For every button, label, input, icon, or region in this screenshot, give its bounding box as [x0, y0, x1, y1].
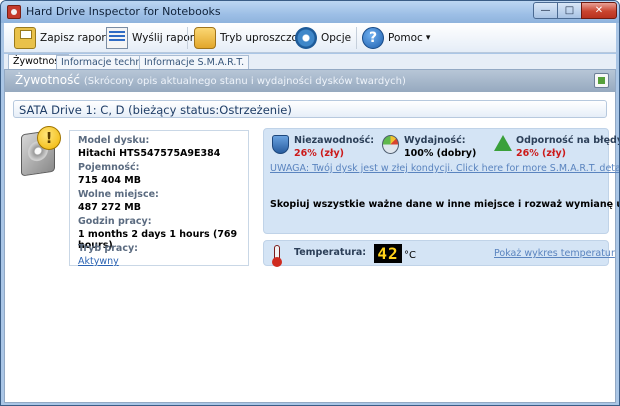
main-content: Żywotność (Skrócony opis aktualnego stan…	[4, 69, 619, 403]
app-window: Hard Drive Inspector for Notebooks — □ ✕…	[0, 0, 620, 406]
gear-icon	[295, 27, 317, 49]
model-label: Model dysku:	[78, 135, 150, 146]
send-report-icon	[106, 27, 128, 49]
temperature-chart-link[interactable]: Pokaż wykres temperatur	[494, 248, 615, 259]
drive-title-bar: SATA Drive 1: C, D (bieżący status:Ostrz…	[13, 100, 607, 118]
minimize-button[interactable]: —	[533, 2, 558, 19]
window-title: Hard Drive Inspector for Notebooks	[26, 5, 221, 18]
maximize-button[interactable]: □	[557, 2, 582, 19]
model-row: Model dysku: Hitachi HTS547575A9E384	[78, 135, 220, 159]
smart-details-link[interactable]: UWAGA: Twój dysk jest w złej kondycji. C…	[270, 163, 619, 174]
fault-tolerance-value: 26% (zły)	[516, 148, 566, 159]
toolbar: Zapisz raport Wyślij raport Tryb uproszc…	[4, 23, 616, 53]
options-label: Opcje	[321, 32, 352, 44]
check-triangle-icon	[494, 135, 512, 151]
send-report-label: Wyślij raport	[132, 32, 199, 44]
help-label: Pomoc	[388, 32, 423, 44]
performance-label: Wydajność:	[404, 135, 466, 146]
close-button[interactable]: ✕	[581, 2, 617, 19]
title-bar[interactable]: Hard Drive Inspector for Notebooks — □ ✕	[1, 1, 619, 23]
work-mode-label: Tryb pracy:	[78, 243, 138, 254]
fault-tolerance-label: Odporność na błędy:	[516, 135, 620, 146]
capacity-label: Pojemność:	[78, 162, 140, 173]
simple-mode-icon	[194, 27, 216, 49]
tab-bar: Żywotność Informacje techniczne Informac…	[4, 54, 616, 69]
free-space-label: Wolne miejsce:	[78, 189, 159, 200]
toolbar-separator	[356, 27, 357, 49]
performance-value: 100% (dobry)	[404, 148, 477, 159]
shield-icon	[272, 135, 289, 154]
save-report-icon	[14, 27, 36, 49]
health-status-panel: Niezawodność: 26% (zły) Wydajność: 100% …	[263, 128, 619, 234]
help-icon: ?	[362, 27, 384, 49]
capacity-row: Pojemność: 715 404 MB	[78, 162, 141, 186]
simple-mode-button[interactable]: Tryb uproszczony	[194, 26, 311, 50]
tab-smart-info[interactable]: Informacje S.M.A.R.T.	[139, 55, 250, 69]
app-icon	[7, 5, 21, 19]
work-hours-label: Godzin pracy:	[78, 216, 152, 227]
chevron-down-icon: ▾	[425, 33, 431, 43]
free-space-value: 487 272 MB	[78, 202, 141, 213]
save-report-button[interactable]: Zapisz raport	[14, 26, 110, 50]
section-header: Żywotność (Skrócony opis aktualnego stan…	[5, 70, 615, 92]
thermometer-icon	[272, 245, 282, 267]
temperature-display: 42	[374, 244, 402, 263]
section-subtitle: (Skrócony opis aktualnego stanu i wydajn…	[83, 76, 406, 87]
help-button[interactable]: ? Pomoc ▾	[362, 26, 430, 50]
warning-icon: !	[37, 126, 61, 150]
send-report-button[interactable]: Wyślij raport	[106, 26, 198, 50]
capacity-value: 715 404 MB	[78, 175, 141, 186]
reliability-value: 26% (zły)	[294, 148, 344, 159]
toolbar-separator	[187, 27, 188, 49]
advice-message: Skopiuj wszystkie ważne dane w inne miej…	[270, 199, 619, 210]
temperature-unit: °C	[404, 250, 416, 261]
gauge-icon	[382, 135, 399, 154]
model-value: Hitachi HTS547575A9E384	[78, 148, 221, 159]
section-title: Żywotność	[15, 73, 80, 87]
work-mode-link[interactable]: Aktywny	[78, 256, 138, 267]
export-icon[interactable]	[594, 73, 609, 88]
save-report-label: Zapisz raport	[40, 32, 110, 44]
work-mode-row: Tryb pracy: Aktywny	[78, 243, 138, 267]
drive-title: SATA Drive 1: C, D (bieżący status:Ostrz…	[19, 103, 292, 117]
free-space-row: Wolne miejsce: 487 272 MB	[78, 189, 159, 213]
options-button[interactable]: Opcje	[295, 26, 351, 50]
temperature-label: Temperatura:	[294, 247, 367, 258]
temperature-panel: Temperatura: 42 °C Pokaż wykres temperat…	[263, 240, 615, 267]
reliability-label: Niezawodność:	[294, 135, 375, 146]
drive-info-panel: Model dysku: Hitachi HTS547575A9E384 Poj…	[69, 130, 249, 267]
